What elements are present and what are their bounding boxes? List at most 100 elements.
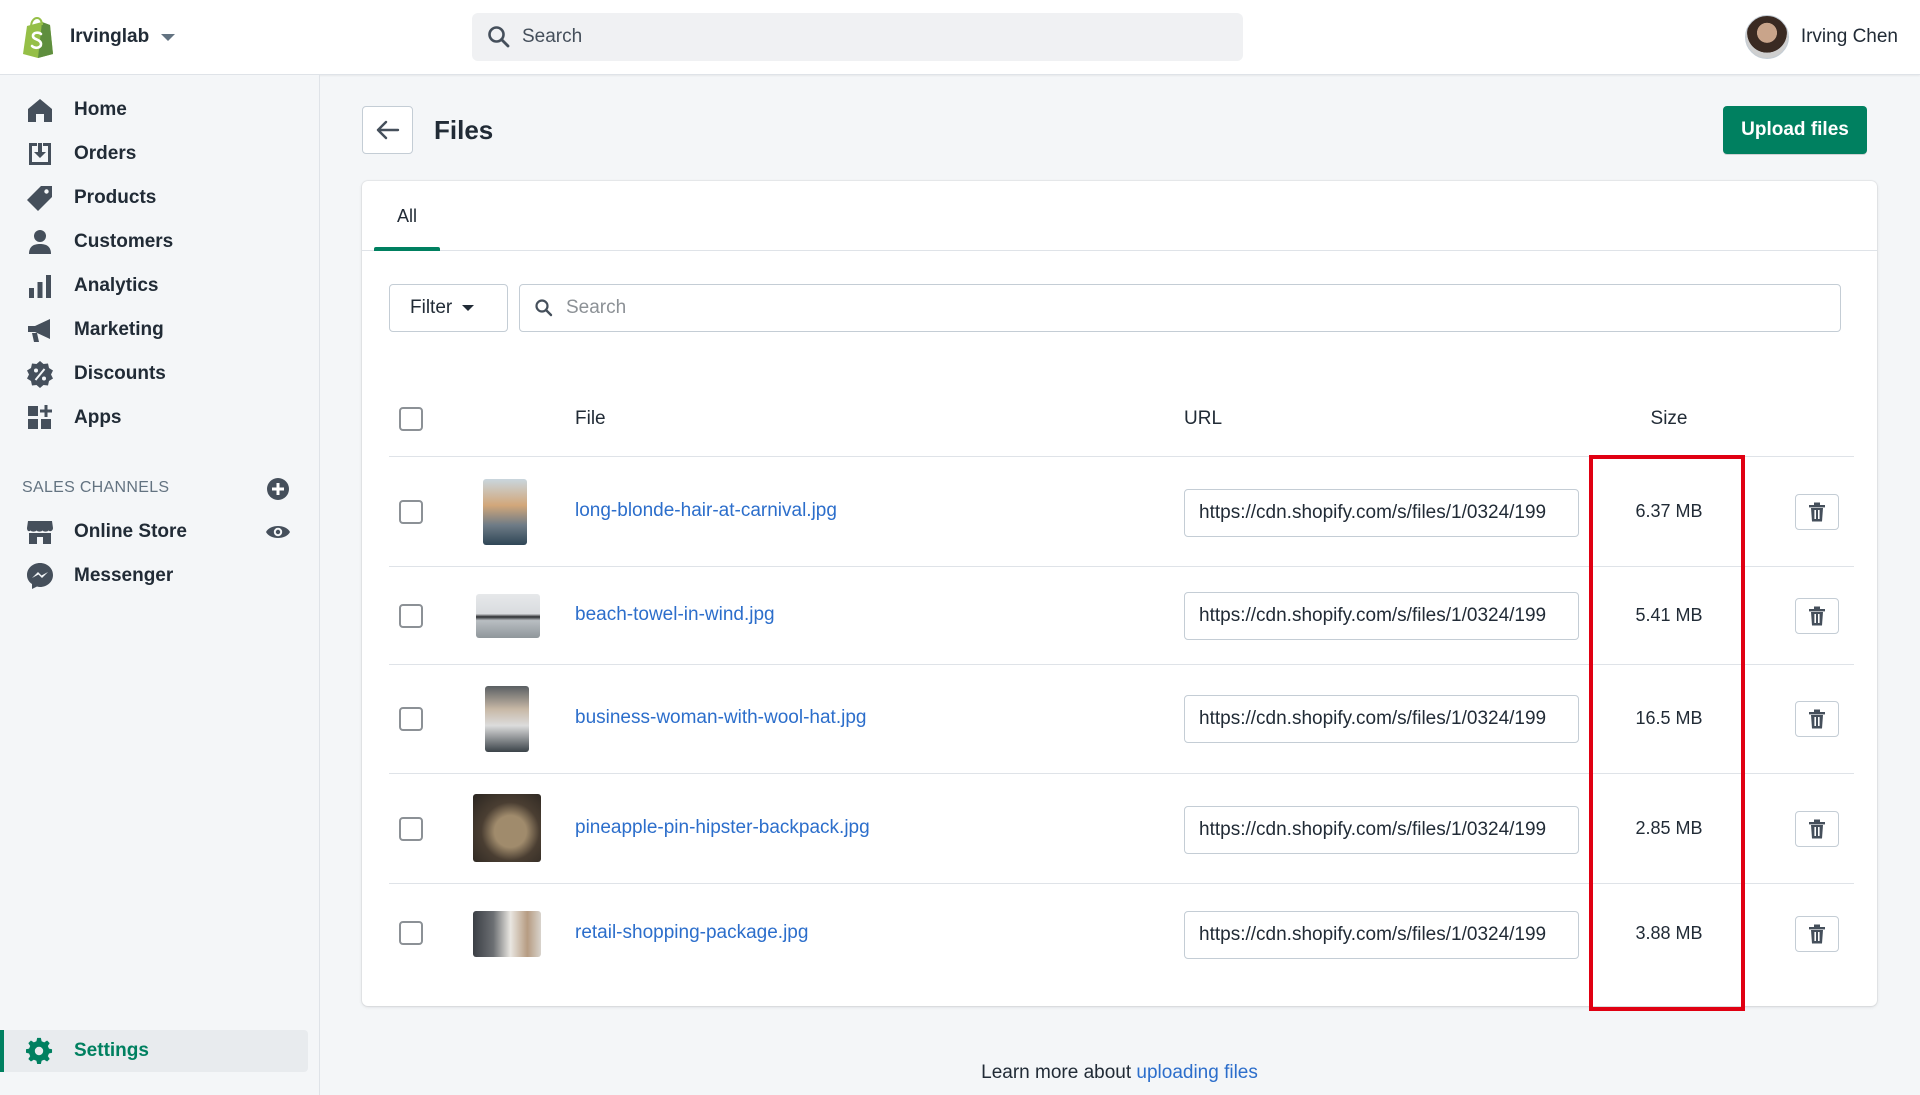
file-size: 5.41 MB: [1635, 605, 1703, 625]
uploading-files-link[interactable]: uploading files: [1136, 1062, 1257, 1083]
gear-icon: [26, 1037, 53, 1064]
global-search[interactable]: [472, 13, 1243, 61]
tab-label: All: [396, 206, 417, 226]
sidebar-item-label: Discounts: [74, 363, 166, 384]
messenger-icon: [27, 563, 53, 589]
sidebar-item-apps[interactable]: Apps: [10, 398, 308, 438]
sales-channels-heading: SALES CHANNELS: [22, 479, 170, 496]
delete-file-button[interactable]: [1795, 916, 1839, 952]
filter-button[interactable]: Filter: [389, 284, 508, 332]
delete-file-button[interactable]: [1795, 701, 1839, 737]
sidebar-item-messenger[interactable]: Messenger: [10, 556, 308, 596]
store-switcher[interactable]: Irvinglab: [20, 15, 176, 59]
bar-chart-icon: [29, 275, 51, 298]
active-indicator: [0, 1030, 4, 1072]
upload-files-button[interactable]: Upload files: [1723, 106, 1867, 154]
caret-down-icon: [462, 305, 475, 311]
apps-icon: [28, 405, 52, 429]
person-icon: [29, 230, 51, 254]
page-title: Files: [434, 115, 494, 145]
file-thumbnail: [473, 794, 541, 862]
file-thumbnail: [485, 686, 529, 752]
footer-text: Learn more about: [981, 1062, 1137, 1083]
store-icon: [27, 521, 53, 544]
delete-file-button[interactable]: [1795, 494, 1839, 530]
trash-icon: [1809, 606, 1825, 626]
search-icon: [488, 26, 510, 48]
sidebar-item-label: Products: [74, 187, 157, 208]
column-header-file: File: [575, 408, 606, 429]
table-row: retail-shopping-package.jpg 3.88 MB: [389, 884, 1854, 984]
store-name: Irvinglab: [70, 26, 150, 47]
file-url-field[interactable]: [1184, 592, 1579, 640]
arrow-left-icon: [376, 120, 399, 140]
delete-file-button[interactable]: [1795, 811, 1839, 847]
file-thumbnail: [476, 594, 540, 638]
sidebar-item-online-store[interactable]: Online Store: [10, 512, 308, 552]
row-checkbox[interactable]: [399, 604, 423, 628]
delete-file-button[interactable]: [1795, 598, 1839, 634]
filter-label: Filter: [410, 297, 453, 318]
table-row: business-woman-with-wool-hat.jpg 16.5 MB: [389, 665, 1854, 774]
trash-icon: [1809, 502, 1825, 522]
file-url-field[interactable]: [1184, 806, 1579, 854]
row-checkbox[interactable]: [399, 817, 423, 841]
sidebar-item-products[interactable]: Products: [10, 178, 308, 218]
sidebar: Home Orders Products Customers Analytics: [0, 75, 320, 1095]
trash-icon: [1809, 924, 1825, 944]
row-checkbox[interactable]: [399, 921, 423, 945]
file-name-link[interactable]: business-woman-with-wool-hat.jpg: [575, 707, 866, 729]
column-header-url: URL: [1184, 408, 1223, 429]
sidebar-item-label: Home: [74, 99, 127, 120]
file-name-link[interactable]: retail-shopping-package.jpg: [575, 922, 808, 944]
file-size: 3.88 MB: [1635, 923, 1703, 943]
sidebar-item-marketing[interactable]: Marketing: [10, 310, 308, 350]
sidebar-item-discounts[interactable]: Discounts: [10, 354, 308, 394]
sidebar-item-label: Marketing: [74, 319, 164, 340]
files-search[interactable]: [519, 284, 1841, 332]
sidebar-item-customers[interactable]: Customers: [10, 222, 308, 262]
table-row: pineapple-pin-hipster-backpack.jpg 2.85 …: [389, 774, 1854, 884]
footer-help: Learn more about uploading files: [362, 1062, 1877, 1084]
file-name-link[interactable]: long-blonde-hair-at-carnival.jpg: [575, 500, 837, 522]
sidebar-item-home[interactable]: Home: [10, 90, 308, 130]
tab-active-underline: [374, 247, 440, 251]
add-circle-icon[interactable]: [265, 476, 291, 502]
search-icon: [535, 299, 553, 317]
file-name-link[interactable]: beach-towel-in-wind.jpg: [575, 604, 775, 626]
user-name: Irving Chen: [1800, 26, 1898, 47]
megaphone-icon: [28, 319, 50, 342]
user-menu[interactable]: Irving Chen: [1744, 15, 1898, 59]
file-name-link[interactable]: pineapple-pin-hipster-backpack.jpg: [575, 817, 870, 839]
back-button[interactable]: [362, 106, 413, 154]
file-url-field[interactable]: [1184, 695, 1579, 743]
shopify-logo-icon: [23, 16, 53, 58]
file-thumbnail: [473, 911, 541, 957]
select-all-checkbox[interactable]: [399, 407, 423, 431]
file-url-field[interactable]: [1184, 489, 1579, 537]
sidebar-item-label: Customers: [74, 231, 174, 252]
home-icon: [28, 99, 52, 122]
row-checkbox[interactable]: [399, 500, 423, 524]
global-search-input[interactable]: [522, 26, 1202, 48]
sidebar-item-orders[interactable]: Orders: [10, 134, 308, 174]
file-size: 6.37 MB: [1635, 501, 1703, 521]
top-bar: Irvinglab Irving Chen: [0, 0, 1920, 75]
tab-all[interactable]: All: [374, 181, 440, 251]
chevron-down-icon: [161, 33, 176, 41]
files-search-input[interactable]: [566, 297, 1816, 319]
file-size: 16.5 MB: [1635, 708, 1703, 728]
sidebar-item-label: Analytics: [74, 275, 159, 296]
file-url-field[interactable]: [1184, 911, 1579, 959]
sidebar-item-label: Settings: [74, 1040, 149, 1061]
sidebar-item-settings[interactable]: Settings: [0, 1030, 308, 1072]
discount-icon: [27, 361, 53, 388]
table-header: File URL Size: [389, 381, 1854, 457]
table-row: beach-towel-in-wind.jpg 5.41 MB: [389, 567, 1854, 665]
eye-icon[interactable]: [265, 521, 291, 543]
row-checkbox[interactable]: [399, 707, 423, 731]
sidebar-item-analytics[interactable]: Analytics: [10, 266, 308, 306]
tag-icon: [27, 186, 52, 211]
table-row: long-blonde-hair-at-carnival.jpg 6.37 MB: [389, 457, 1854, 567]
files-card: All Filter File URL Size long-blonde-hai…: [362, 181, 1877, 1006]
